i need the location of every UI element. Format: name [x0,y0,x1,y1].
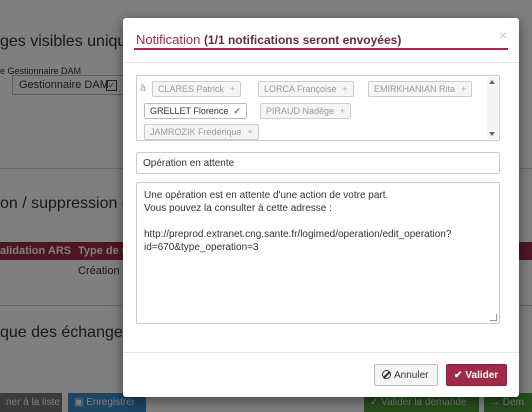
plus-icon[interactable]: + [340,106,345,116]
recipient-name: LORCA Françoise [264,84,337,94]
plus-icon[interactable]: + [343,84,348,94]
recipient-tag[interactable]: CLARES Patrick + [152,81,242,97]
divider [123,352,519,353]
recipient-name: PIRAUD Nadège [266,106,335,116]
ban-icon [382,370,391,379]
message-line: Vous pouvez la consulter à cette adresse… [144,203,332,214]
plus-icon[interactable]: + [248,127,253,137]
check-icon[interactable]: ✓ [233,106,241,116]
validate-button[interactable]: ✔ Valider [446,364,507,386]
recipient-tag[interactable]: EMIRKHANIAN Rita + [368,81,473,97]
subject-input[interactable]: Opération en attente [136,152,500,174]
plus-icon[interactable]: + [461,84,466,94]
recipients-prefix: à [140,83,146,94]
modal-header: Notification (1/1 notifications seront e… [123,18,519,62]
recipient-name: JAMROZIK Frédérique [150,127,242,137]
recipient-tag[interactable]: PIRAUD Nadège + [260,103,352,119]
recipient-tag-selected[interactable]: GRELLET Florence ✓ [144,103,247,119]
message-textarea[interactable]: Une opération est en attente d'une actio… [136,182,500,324]
message-line: id=670&type_operation=3 [144,242,259,253]
recipient-name: CLARES Patrick [158,84,225,94]
notification-modal: Notification (1/1 notifications seront e… [123,18,519,397]
recipient-tag[interactable]: JAMROZIK Frédérique + [144,124,259,140]
scroll-down-icon[interactable] [489,132,495,136]
check-icon: ✔ [454,370,463,381]
modal-title: Notification (1/1 notifications seront e… [136,32,401,47]
message-line [144,215,492,228]
recipients-field[interactable]: à CLARES Patrick + LORCA Françoise + EMIRK… [136,75,500,141]
modal-title-text: Notification [136,32,201,47]
recipient-name: EMIRKHANIAN Rita [374,84,456,94]
recipient-tag[interactable]: LORCA Françoise + [258,81,354,97]
divider [123,62,519,63]
plus-icon[interactable]: + [230,84,235,94]
cancel-button-label: Annuler [394,370,429,381]
resize-handle-icon[interactable] [490,314,497,321]
recipients-scrollbar[interactable] [487,77,498,139]
cancel-button[interactable]: Annuler [374,364,438,386]
message-line: http://preprod.extranet.cng.sante.fr/log… [144,229,452,240]
modal-subtitle: (1/1 notifications seront envoyées) [203,33,402,47]
recipient-name: GRELLET Florence [150,106,229,116]
title-underline [134,48,508,50]
close-icon[interactable]: × [499,27,507,43]
scroll-up-icon[interactable] [489,80,495,84]
validate-button-label: Valider [465,370,499,381]
message-line: Une opération est en attente d'une actio… [144,190,389,201]
